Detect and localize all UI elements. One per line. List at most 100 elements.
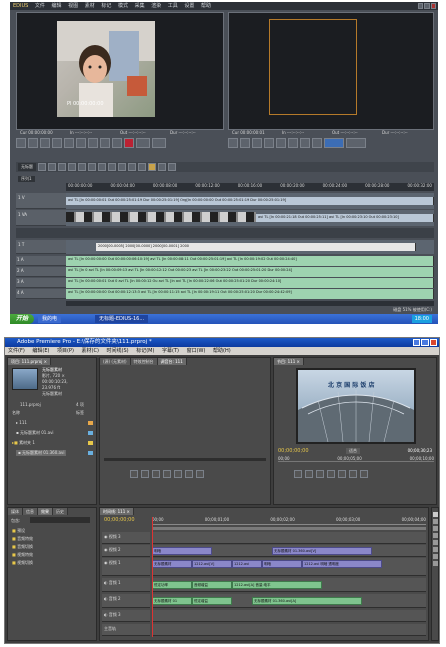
video-clip[interactable]: 无标题素材 bbox=[152, 560, 192, 568]
menu-project[interactable]: 项目(P) bbox=[57, 348, 74, 354]
marker-button[interactable] bbox=[148, 163, 156, 171]
snap-button[interactable] bbox=[138, 163, 146, 171]
record-button[interactable] bbox=[124, 138, 134, 148]
ripple-edit-tool-icon[interactable] bbox=[432, 526, 438, 531]
rec-output-button[interactable] bbox=[324, 138, 344, 148]
effects-item[interactable]: ■ 视频切换 bbox=[12, 560, 33, 566]
audio-clip[interactable]: 无标题素材 01 bbox=[152, 597, 192, 605]
redo-button[interactable] bbox=[78, 163, 86, 171]
close-button[interactable] bbox=[429, 339, 437, 346]
audio-clip[interactable]: 恒定增益 bbox=[192, 597, 232, 605]
loop-button[interactable] bbox=[88, 138, 98, 148]
taskbar-item[interactable]: 无标题-EDIUS-16... bbox=[95, 315, 149, 323]
set-out-button[interactable] bbox=[112, 138, 122, 148]
menu-view[interactable]: 视图 bbox=[68, 3, 78, 9]
maximize-button[interactable] bbox=[424, 3, 430, 9]
step-back-button[interactable] bbox=[130, 470, 138, 478]
play-button[interactable] bbox=[305, 470, 313, 478]
minimize-button[interactable] bbox=[413, 339, 421, 346]
lift-button[interactable] bbox=[338, 470, 346, 478]
rewind-button[interactable] bbox=[28, 138, 38, 148]
audio-clip[interactable]: 无标题素材 01.360.avi[A] bbox=[252, 597, 362, 605]
step-back-button[interactable] bbox=[294, 470, 302, 478]
track-header-1v[interactable]: 1 V bbox=[16, 193, 66, 209]
col-label[interactable]: 标签 bbox=[76, 410, 84, 416]
audio-clip[interactable]: avi TL [In 00:00:00:00 Out 00:00:12:13:3… bbox=[66, 289, 434, 299]
tab-media[interactable]: 媒体 bbox=[8, 508, 23, 515]
track-select-tool-icon[interactable] bbox=[432, 519, 438, 524]
menu-settings[interactable]: 设置 bbox=[184, 3, 194, 9]
bin-item[interactable]: ▸■ 素材夹 1 bbox=[12, 440, 35, 446]
sequence-tab[interactable]: 序列1 bbox=[18, 176, 35, 182]
set-in-button[interactable] bbox=[100, 138, 110, 148]
track-header-master[interactable]: 主音轨 bbox=[102, 624, 150, 636]
menu-capture[interactable]: 采集 bbox=[135, 3, 145, 9]
timeline-timecode[interactable]: 00;00;00;00 bbox=[104, 517, 135, 523]
slip-tool-icon[interactable] bbox=[432, 540, 438, 545]
extract-button[interactable] bbox=[349, 470, 357, 478]
menu-title[interactable]: 字幕(T) bbox=[162, 348, 179, 354]
overlay-button[interactable] bbox=[196, 470, 204, 478]
menu-render[interactable]: 渲染 bbox=[151, 3, 161, 9]
menu-sequence[interactable]: 时间线(S) bbox=[107, 348, 129, 354]
track-header-3a[interactable]: 3 A bbox=[16, 278, 66, 288]
paste-button[interactable] bbox=[108, 163, 116, 171]
menu-file[interactable]: 文件(F) bbox=[8, 348, 25, 354]
menu-help[interactable]: 帮助 bbox=[201, 3, 211, 9]
loop-button[interactable] bbox=[327, 470, 335, 478]
tab-effect-controls[interactable]: 特效控制台 bbox=[130, 358, 158, 365]
video-clip[interactable]: 无标题素材 01.360.avi[V] bbox=[272, 547, 372, 555]
rec-next-button[interactable] bbox=[288, 138, 298, 148]
menu-file[interactable]: 文件 bbox=[35, 3, 45, 9]
minimize-button[interactable] bbox=[418, 3, 424, 9]
play-button[interactable] bbox=[141, 470, 149, 478]
effects-item[interactable]: ■ 音频特效 bbox=[12, 536, 33, 542]
new-sequence-button[interactable] bbox=[38, 163, 46, 171]
overwrite-button[interactable] bbox=[152, 138, 166, 148]
rec-mode-button[interactable] bbox=[346, 138, 366, 148]
tab-project[interactable]: 项目: 111.prproj × bbox=[8, 358, 51, 365]
ffwd-button[interactable] bbox=[64, 138, 74, 148]
tab-audio-mixer[interactable]: 调音台: 111 bbox=[157, 358, 187, 365]
rec-stop-button[interactable] bbox=[252, 138, 262, 148]
track-header-video1[interactable]: ◉ 视频 1 bbox=[102, 558, 150, 576]
timeline-ruler[interactable]: 00;00 00;00;01;00 00;00;02;00 00;00;03;0… bbox=[152, 517, 426, 525]
audio-clip[interactable]: 恒定功率 bbox=[152, 581, 192, 589]
audio-clip[interactable]: 音频增益 bbox=[192, 581, 232, 589]
track-header-1va[interactable]: 1 VA bbox=[16, 210, 66, 226]
video-clip[interactable]: 1212.avi 明暗 透明度 bbox=[302, 560, 382, 568]
track-header-audio1[interactable]: ◐ 音频 1 bbox=[102, 578, 150, 592]
step-forward-button[interactable] bbox=[152, 470, 160, 478]
menu-edit[interactable]: 编辑(E) bbox=[32, 348, 49, 354]
trim-button[interactable] bbox=[360, 470, 368, 478]
tab-history[interactable]: 历史 bbox=[53, 508, 68, 515]
audio-clip[interactable]: avi TL [In 0 avi TL [In 00:00:09:13 avi … bbox=[66, 267, 434, 277]
rec-prev-button[interactable] bbox=[228, 138, 238, 148]
rec-ffwd-button[interactable] bbox=[276, 138, 286, 148]
video-clip[interactable]: 1212.avi bbox=[232, 560, 262, 568]
menu-clip[interactable]: 素材(C) bbox=[82, 348, 99, 354]
hand-tool-icon[interactable] bbox=[432, 554, 438, 559]
close-button[interactable] bbox=[430, 3, 436, 9]
safe-margins-button[interactable] bbox=[174, 470, 182, 478]
menu-tools[interactable]: 工具 bbox=[168, 3, 178, 9]
next-button[interactable] bbox=[76, 138, 86, 148]
work-area-bar[interactable] bbox=[152, 527, 426, 530]
save-button[interactable] bbox=[58, 163, 66, 171]
tab-timeline[interactable]: 时间线: 111 × bbox=[100, 508, 134, 515]
pen-tool-icon[interactable] bbox=[432, 547, 438, 552]
rec-mark-button[interactable] bbox=[312, 138, 322, 148]
open-button[interactable] bbox=[48, 163, 56, 171]
play-button[interactable] bbox=[52, 138, 62, 148]
track-header-2a[interactable]: 2 A bbox=[16, 267, 66, 277]
cut-button[interactable] bbox=[88, 163, 96, 171]
track-header-audio3[interactable]: ◐ 音频 3 bbox=[102, 610, 150, 622]
audio-clip[interactable]: avi TL [In 00:00:00:00 Out 00:00:00:06:1… bbox=[66, 256, 434, 266]
start-button[interactable]: 开始 bbox=[10, 314, 35, 324]
video-clip[interactable]: 明暗 bbox=[262, 560, 302, 568]
bin-item[interactable]: ▸ 111 bbox=[16, 420, 27, 425]
title-clip[interactable]: 2000[00-0005] 2000[00-0000] 2000[00-0001… bbox=[96, 243, 416, 251]
ripple-button[interactable] bbox=[128, 163, 136, 171]
step-forward-button[interactable] bbox=[316, 470, 324, 478]
insert-button[interactable] bbox=[185, 470, 193, 478]
